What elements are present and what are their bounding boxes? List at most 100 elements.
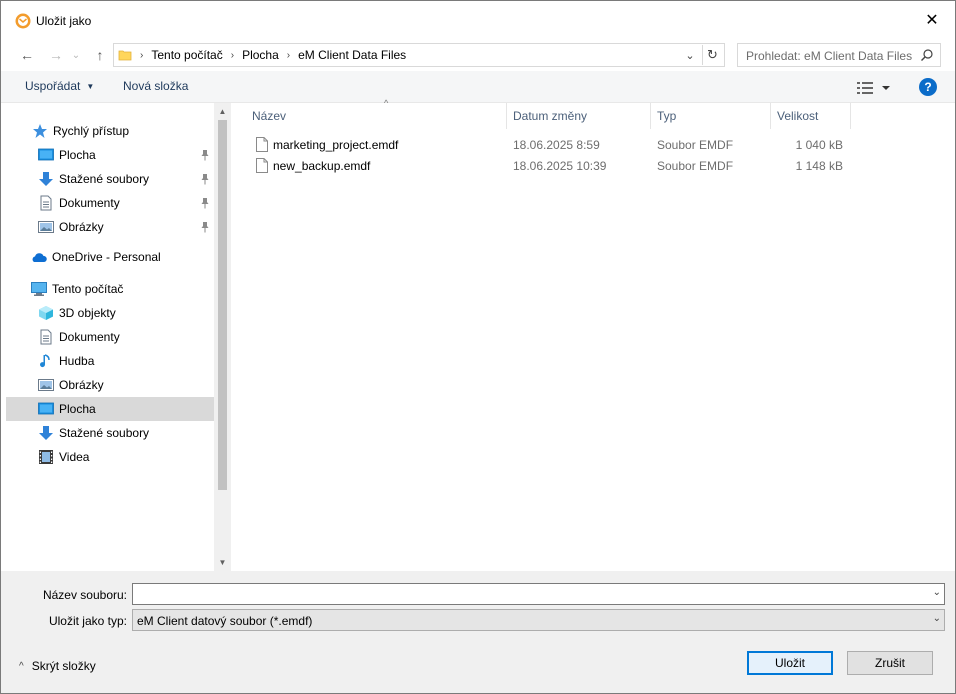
sidebar-item-downloads-quick[interactable]: Stažené soubory xyxy=(6,167,214,191)
chevron-down-icon: ⌄ xyxy=(685,49,695,62)
sidebar-item-label: OneDrive - Personal xyxy=(52,250,161,264)
pin-icon[interactable] xyxy=(200,197,210,209)
column-header-name[interactable]: Název ^ xyxy=(246,98,507,129)
save-button[interactable]: Uložit xyxy=(747,651,833,675)
up-button[interactable]: ↑ xyxy=(89,44,111,66)
sidebar-item-label: Stažené soubory xyxy=(59,172,150,186)
help-button[interactable]: ? xyxy=(919,78,937,96)
pin-icon[interactable] xyxy=(200,221,210,233)
sidebar-item-label: Stažené soubory xyxy=(59,426,150,440)
file-row[interactable]: marketing_project.emdf 18.06.2025 8:59 S… xyxy=(252,135,852,155)
sidebar-item-label: Tento počítač xyxy=(52,282,124,296)
filetype-label: Uložit jako typ: xyxy=(48,614,127,628)
documents-icon xyxy=(40,195,52,211)
save-form: Název souboru: ⌄ Uložit jako typ: eM Cli… xyxy=(1,571,955,693)
sidebar-item-pictures-quick[interactable]: Obrázky xyxy=(6,215,214,239)
column-header-size[interactable]: Velikost xyxy=(771,103,851,129)
file-icon xyxy=(256,158,268,173)
navigation-pane: Rychlý přístup Plocha Stažené soubory Do… xyxy=(6,103,231,571)
documents-icon xyxy=(40,329,52,345)
column-header-type[interactable]: Typ xyxy=(651,103,771,129)
file-size: 1 040 kB xyxy=(795,138,843,152)
onedrive-icon xyxy=(32,253,47,262)
search-icon xyxy=(921,49,933,61)
sidebar-item-desktop[interactable]: Plocha xyxy=(6,397,214,421)
arrow-left-icon: ← xyxy=(20,47,34,63)
refresh-icon: ↻ xyxy=(707,47,718,62)
file-name: new_backup.emdf xyxy=(273,159,371,173)
sidebar-item-label: 3D objekty xyxy=(59,306,116,320)
breadcrumb-this-pc[interactable]: Tento počítač xyxy=(151,48,222,62)
save-as-dialog: Uložit jako ✕ ← → ⌄ ↑ › Tento počítač › … xyxy=(0,0,956,694)
sidebar-item-music[interactable]: Hudba xyxy=(6,349,214,373)
file-row[interactable]: new_backup.emdf 18.06.2025 10:39 Soubor … xyxy=(252,156,852,176)
sidebar-item-quick-access[interactable]: Rychlý přístup xyxy=(6,119,214,143)
file-list: Název ^ Datum změny Typ Velikost marketi… xyxy=(232,98,951,571)
navigation-pane-scrollbar[interactable]: ▲ ▼ xyxy=(214,103,231,571)
forward-button[interactable]: → xyxy=(45,44,67,66)
hide-folders-button[interactable]: ^ Skrýt složky xyxy=(19,659,96,673)
pictures-icon xyxy=(38,379,54,391)
file-type: Soubor EMDF xyxy=(657,159,734,173)
scrollbar-thumb[interactable] xyxy=(218,120,227,490)
breadcrumb-separator-icon[interactable]: › xyxy=(287,50,290,61)
file-date: 18.06.2025 10:39 xyxy=(513,159,607,173)
filetype-select[interactable]: eM Client datový soubor (*.emdf) ⌄ xyxy=(132,609,945,631)
sort-ascending-icon: ^ xyxy=(384,98,389,108)
sidebar-item-documents[interactable]: Dokumenty xyxy=(6,325,214,349)
filename-field[interactable]: ⌄ xyxy=(132,583,945,605)
filetype-value: eM Client datový soubor (*.emdf) xyxy=(137,614,313,628)
title-bar[interactable]: Uložit jako ✕ xyxy=(1,1,955,39)
scroll-down-icon[interactable]: ▼ xyxy=(214,554,231,571)
organize-button[interactable]: Uspořádat ▼ xyxy=(25,79,94,93)
pin-icon[interactable] xyxy=(200,173,210,185)
chevron-up-icon: ^ xyxy=(19,660,24,672)
sidebar-item-desktop-quick[interactable]: Plocha xyxy=(6,143,214,167)
pin-icon[interactable] xyxy=(200,149,210,161)
sidebar-item-label: Dokumenty xyxy=(59,196,120,210)
sidebar-item-3d-objects[interactable]: 3D objekty xyxy=(6,301,214,325)
address-bar[interactable]: › Tento počítač › Plocha › eM Client Dat… xyxy=(113,43,725,67)
sidebar-item-onedrive[interactable]: OneDrive - Personal xyxy=(6,245,214,269)
change-view-button[interactable] xyxy=(857,79,897,97)
filename-label: Název souboru: xyxy=(42,588,127,602)
videos-icon xyxy=(39,450,53,464)
arrow-right-icon: → xyxy=(49,47,63,63)
sidebar-item-label: Plocha xyxy=(59,148,96,162)
filename-input[interactable] xyxy=(133,584,923,604)
chevron-down-icon[interactable]: ⌄ xyxy=(933,587,941,598)
sidebar-item-label: Obrázky xyxy=(59,378,104,392)
recent-locations-button[interactable]: ⌄ xyxy=(68,44,84,66)
sidebar-item-documents-quick[interactable]: Dokumenty xyxy=(6,191,214,215)
cancel-button[interactable]: Zrušit xyxy=(847,651,933,675)
sidebar-item-this-pc[interactable]: Tento počítač xyxy=(6,277,214,301)
search-input[interactable]: Prohledat: eM Client Data Files xyxy=(737,43,941,67)
download-icon xyxy=(39,172,53,186)
file-name: marketing_project.emdf xyxy=(273,138,399,152)
chevron-down-icon: ⌄ xyxy=(71,49,81,61)
em-client-app-icon xyxy=(15,13,31,29)
sidebar-item-pictures[interactable]: Obrázky xyxy=(6,373,214,397)
breadcrumb-desktop[interactable]: Plocha xyxy=(242,48,279,62)
back-button[interactable]: ← xyxy=(16,44,38,66)
sidebar-item-videos[interactable]: Videa xyxy=(6,445,214,469)
chevron-down-icon: ⌄ xyxy=(932,613,941,624)
command-bar: Uspořádat ▼ Nová složka ? xyxy=(1,71,955,103)
scroll-up-icon[interactable]: ▲ xyxy=(214,103,231,120)
address-dropdown-button[interactable]: ⌄ xyxy=(680,45,700,65)
breadcrumb-em-client-data-files[interactable]: eM Client Data Files xyxy=(298,48,406,62)
sidebar-item-downloads[interactable]: Stažené soubory xyxy=(6,421,214,445)
column-header-label: Název xyxy=(252,109,287,123)
sidebar-item-label: Videa xyxy=(59,450,90,464)
close-button[interactable]: ✕ xyxy=(909,1,955,39)
new-folder-button[interactable]: Nová složka xyxy=(123,79,188,93)
refresh-button[interactable]: ↻ xyxy=(702,45,722,65)
sidebar-item-label: Rychlý přístup xyxy=(53,124,130,138)
column-header-date[interactable]: Datum změny xyxy=(507,103,651,129)
breadcrumb-separator-icon[interactable]: › xyxy=(231,50,234,61)
desktop-icon xyxy=(38,148,54,161)
caret-down-icon: ▼ xyxy=(86,82,95,92)
breadcrumb-separator-icon: › xyxy=(140,49,144,61)
pictures-icon xyxy=(38,221,54,233)
music-icon xyxy=(40,354,50,368)
